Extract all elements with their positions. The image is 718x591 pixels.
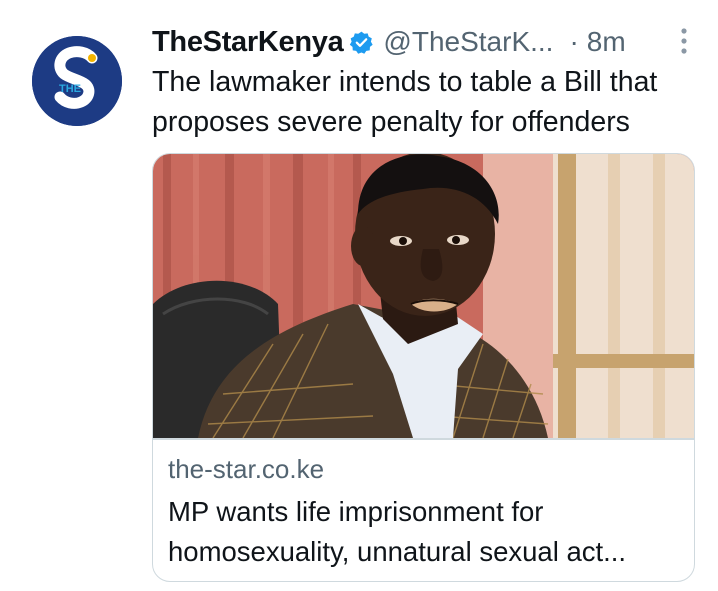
card-domain: the-star.co.ke (168, 454, 325, 484)
tweet-header: TheStarKenya @TheStarK... · 8m (152, 22, 692, 62)
link-card[interactable]: the-star.co.ke MP wants life imprisonmen… (152, 153, 695, 582)
card-title: MP wants life imprisonment for homosexua… (168, 492, 683, 572)
tweet-text: The lawmaker intends to table a Bill tha… (152, 62, 702, 142)
avatar-text: THE (59, 83, 81, 95)
verified-badge-icon (349, 30, 374, 55)
tweet-text-line: proposes severe penalty for offenders (152, 106, 630, 138)
tweet-text-line: The lawmaker intends to table a Bill tha… (152, 66, 658, 98)
timestamp[interactable]: 8m (587, 26, 626, 58)
display-name[interactable]: TheStarKenya (152, 26, 344, 59)
more-options-icon[interactable] (680, 27, 688, 55)
card-divider (153, 438, 694, 440)
card-title-line: homosexuality, unnatural sexual act... (168, 536, 627, 567)
card-title-line: MP wants life imprisonment for (168, 496, 544, 527)
handle[interactable]: @TheStarK... (383, 26, 553, 58)
the-star-logo-icon: THE (32, 36, 122, 126)
tweet[interactable]: THE TheStarKenya @TheStarK... · 8m The l… (0, 0, 718, 591)
avatar[interactable]: THE (32, 36, 122, 126)
card-image[interactable] (153, 154, 694, 438)
separator-dot: · (569, 26, 579, 57)
